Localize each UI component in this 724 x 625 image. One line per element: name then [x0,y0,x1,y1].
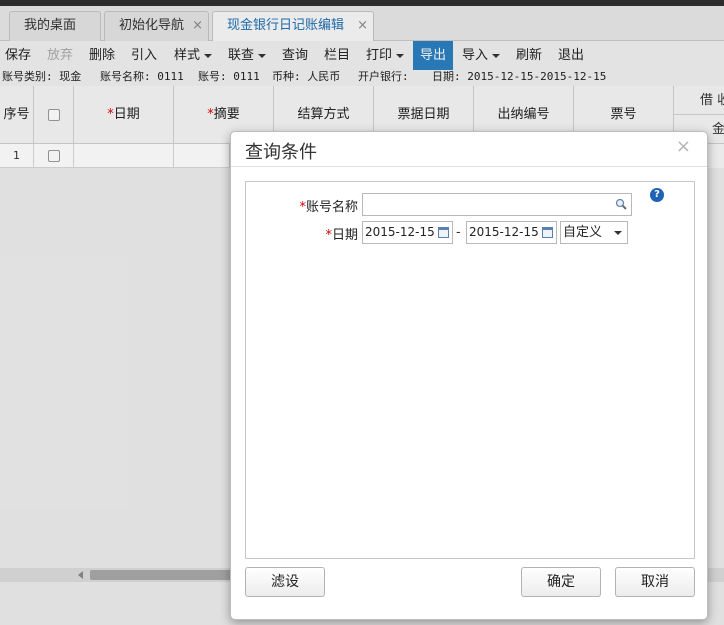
ok-button[interactable]: 确定 [521,567,601,597]
start-date-field[interactable]: 2015-12-15 [362,221,453,244]
conditions-panel: ? *账号名称 *日期 2015-12-15 - 2015-12-15 自定义 [245,181,695,559]
help-icon[interactable]: ? [650,188,664,202]
start-date-value: 2015-12-15 [365,225,435,239]
period-select-value: 自定义 [563,225,603,240]
date-label-text: 日期 [331,228,358,243]
account-name-input[interactable] [362,193,632,216]
query-conditions-dialog: 查询条件 × ? *账号名称 *日期 2015-12-15 - 2015-12-… [230,131,708,620]
dialog-divider [231,166,707,167]
filter-settings-button[interactable]: 滤设 [245,567,325,597]
date-label: *日期 [306,224,358,243]
dialog-title: 查询条件 [245,142,317,163]
end-date-value: 2015-12-15 [469,225,539,239]
chevron-down-icon [614,231,622,235]
period-select[interactable]: 自定义 [560,221,628,244]
account-name-label-text: 账号名称 [305,200,358,215]
cancel-button[interactable]: 取消 [615,567,695,597]
account-name-label: *账号名称 [286,196,358,215]
close-icon[interactable]: × [676,136,691,157]
search-icon[interactable] [615,198,627,210]
end-date-field[interactable]: 2015-12-15 [466,221,557,244]
date-separator: - [456,225,461,240]
calendar-icon[interactable] [542,227,553,238]
calendar-icon[interactable] [438,227,449,238]
